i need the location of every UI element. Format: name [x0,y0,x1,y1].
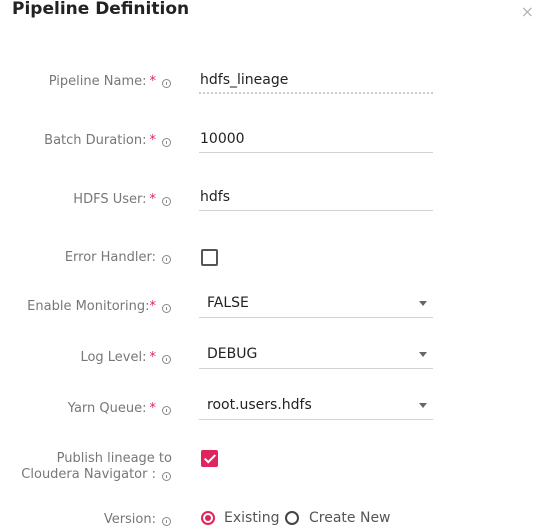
yarn-queue-label-text: Yarn Queue: [67,401,147,416]
hdfs-user-label-text: HDFS User: [73,192,147,207]
required-mark: * [149,192,157,207]
version-create-new-label[interactable]: Create New [309,510,391,526]
close-icon[interactable]: × [521,2,534,21]
info-icon[interactable] [162,255,171,264]
error-handler-checkbox[interactable] [201,249,218,266]
required-mark: * [149,401,157,416]
publish-lineage-checkbox[interactable] [201,450,218,467]
info-icon[interactable] [162,355,171,364]
log-level-select[interactable]: DEBUG [199,343,433,369]
pipeline-name-input[interactable]: hdfs_lineage [199,70,433,94]
dialog-title: Pipeline Definition [12,0,190,19]
required-mark: * [149,133,157,148]
hdfs-user-input[interactable]: hdfs [199,187,433,211]
info-icon[interactable] [162,406,171,415]
info-icon[interactable] [162,472,171,481]
info-icon[interactable] [162,79,171,88]
chevron-down-icon [419,301,427,306]
publish-lineage-label-line1: Publish lineage to [56,451,172,466]
enable-monitoring-value: FALSE [207,295,249,311]
log-level-label-text: Log Level: [80,350,147,365]
batch-duration-label: Batch Duration: * [44,133,156,149]
required-mark: * [149,299,157,314]
log-level-value: DEBUG [207,346,258,362]
pipeline-name-label: Pipeline Name: * [49,74,156,90]
batch-duration-input[interactable]: 10000 [199,129,433,153]
batch-duration-label-text: Batch Duration: [44,133,147,148]
version-existing-label[interactable]: Existing [224,510,279,526]
enable-monitoring-label: Enable Monitoring:* [27,299,156,315]
pipeline-name-label-text: Pipeline Name: [48,74,147,89]
info-icon[interactable] [162,304,171,313]
enable-monitoring-select[interactable]: FALSE [199,292,433,318]
publish-lineage-label-line2: Cloudera Navigator : [21,467,156,482]
hdfs-user-label: HDFS User: * [73,192,156,208]
yarn-queue-select[interactable]: root.users.hdfs [199,394,433,420]
version-create-new-radio[interactable] [285,511,299,525]
log-level-label: Log Level: * [80,350,156,366]
required-mark: * [149,350,157,365]
enable-monitoring-label-text: Enable Monitoring: [27,299,150,314]
yarn-queue-value: root.users.hdfs [207,397,312,413]
error-handler-label: Error Handler: [64,250,156,265]
info-icon[interactable] [162,197,171,206]
yarn-queue-label: Yarn Queue: * [68,401,156,417]
required-mark: * [149,74,157,89]
chevron-down-icon [419,403,427,408]
info-icon[interactable] [162,138,171,147]
info-icon[interactable] [162,517,171,526]
version-existing-radio[interactable] [201,511,215,525]
chevron-down-icon [419,352,427,357]
